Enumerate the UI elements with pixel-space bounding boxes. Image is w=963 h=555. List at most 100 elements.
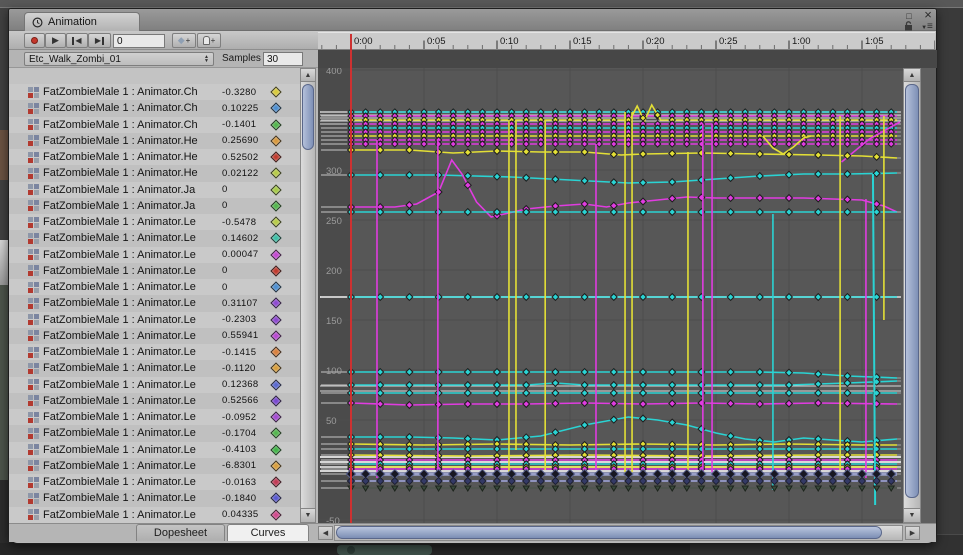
property-row[interactable]: FatZombieMale 1 : Animator.Le 0.14602 <box>9 230 300 247</box>
list-scroll-down-button[interactable]: ▼ <box>300 508 316 523</box>
property-row[interactable]: FatZombieMale 1 : Animator.Le 0.12368 <box>9 376 300 393</box>
property-row[interactable]: FatZombieMale 1 : Animator.Ja 0 <box>9 197 300 214</box>
curve-color-diamond-icon[interactable] <box>270 313 282 326</box>
record-button[interactable] <box>24 33 45 48</box>
curve-color-diamond-icon[interactable] <box>270 265 282 277</box>
property-row[interactable]: FatZombieMale 1 : Animator.Ch -0.1401 <box>9 116 300 133</box>
property-row[interactable]: FatZombieMale 1 : Animator.Le -0.1120 <box>9 360 300 377</box>
curve-color-diamond-icon[interactable] <box>270 492 282 504</box>
property-row[interactable]: FatZombieMale 1 : Animator.Le -0.2303 <box>9 311 300 328</box>
curve-color-diamond-icon[interactable] <box>270 508 282 521</box>
property-row[interactable]: FatZombieMale 1 : Animator.Le -0.1704 <box>9 425 300 442</box>
property-row[interactable]: FatZombieMale 1 : Animator.Le 0 <box>9 279 300 296</box>
lock-icon[interactable] <box>903 21 914 31</box>
animator-icon <box>28 411 39 423</box>
curve-color-diamond-icon[interactable] <box>270 395 282 407</box>
property-row[interactable]: FatZombieMale 1 : Animator.Le -0.0952 <box>9 409 300 426</box>
property-name: FatZombieMale 1 : Animator.Le <box>43 346 196 359</box>
tab-curves[interactable]: Curves <box>227 524 309 541</box>
curve-color-diamond-icon[interactable] <box>270 102 282 114</box>
curve-editor-canvas[interactable]: 400 300 250 200 150 100 50 -50 <box>318 68 903 523</box>
add-event-button[interactable]: + <box>197 33 221 48</box>
property-row[interactable]: FatZombieMale 1 : Animator.Le 0.31107 <box>9 295 300 312</box>
add-keyframe-button[interactable]: ◆ + <box>172 33 196 48</box>
property-row[interactable]: FatZombieMale 1 : Animator.Le 0.55941 <box>9 327 300 344</box>
timeline-ruler[interactable]: 0:00 0:05 0:10 0:15 0:20 0:25 1:00 1:05 <box>318 32 935 50</box>
property-row[interactable]: FatZombieMale 1 : Animator.Le -6.8301 <box>9 457 300 474</box>
curve-vertical-scrollbar-thumb[interactable] <box>905 84 919 498</box>
curve-color-diamond-icon[interactable] <box>270 411 282 423</box>
animator-icon <box>28 346 39 358</box>
property-row[interactable]: FatZombieMale 1 : Animator.He 0.52502 <box>9 149 300 166</box>
h-scroll-right-button[interactable]: ▶ <box>905 526 920 540</box>
animator-icon <box>28 509 39 521</box>
curve-color-diamond-icon[interactable] <box>270 248 282 261</box>
animator-icon <box>28 135 39 147</box>
curve-color-diamond-icon[interactable] <box>270 330 282 342</box>
curve-color-diamond-icon[interactable] <box>270 86 282 98</box>
curve-color-diamond-icon[interactable] <box>270 281 282 293</box>
curve-scroll-up-button[interactable]: ▲ <box>903 68 921 82</box>
curve-color-diamond-icon[interactable] <box>270 167 282 179</box>
curve-color-diamond-icon[interactable] <box>270 183 282 196</box>
animator-icon <box>28 184 39 196</box>
samples-input[interactable] <box>263 52 303 66</box>
curve-color-diamond-icon[interactable] <box>270 200 282 212</box>
play-button[interactable]: ▶ <box>45 33 66 48</box>
curve-color-diamond-icon[interactable] <box>270 232 282 244</box>
property-row[interactable]: FatZombieMale 1 : Animator.Le -0.1840 <box>9 490 300 507</box>
property-value: -0.5478 <box>222 216 257 228</box>
property-row[interactable]: FatZombieMale 1 : Animator.Ch 0.10225 <box>9 100 300 117</box>
screen: Animation □ × ▼≡ ▶ ◀ ▶ ◆+ + Etc_Walk_Zom… <box>0 0 963 555</box>
property-row[interactable]: FatZombieMale 1 : Animator.Ja 0 <box>9 181 300 198</box>
curve-color-diamond-icon[interactable] <box>270 151 282 163</box>
curve-color-diamond-icon[interactable] <box>270 297 282 309</box>
list-scroll-up-button[interactable]: ▲ <box>300 68 316 82</box>
property-row[interactable]: FatZombieMale 1 : Animator.Le -0.5478 <box>9 214 300 231</box>
curve-color-diamond-icon[interactable] <box>270 118 282 131</box>
property-row[interactable]: FatZombieMale 1 : Animator.He 0.25690 <box>9 132 300 149</box>
curve-color-diamond-icon[interactable] <box>270 135 282 147</box>
property-name: FatZombieMale 1 : Animator.Ja <box>43 199 196 212</box>
property-value: -0.1401 <box>222 119 257 131</box>
property-list-panel: FatZombieMale 1 : Animator.Ch -0.3280 FatZ… <box>9 68 300 523</box>
curve-scroll-down-button[interactable]: ▼ <box>903 508 921 523</box>
h-scroll-left-button[interactable]: ◀ <box>318 526 333 540</box>
property-row[interactable]: FatZombieMale 1 : Animator.Le 0.00047 <box>9 246 300 263</box>
event-strip[interactable] <box>318 50 937 68</box>
curve-color-diamond-icon[interactable] <box>270 443 282 456</box>
curve-color-diamond-icon[interactable] <box>270 216 282 228</box>
property-row[interactable]: FatZombieMale 1 : Animator.He 0.02122 <box>9 165 300 182</box>
animator-icon <box>28 281 39 293</box>
goto-first-frame-button[interactable]: ◀ <box>66 33 88 48</box>
tab-animation[interactable]: Animation <box>24 12 140 31</box>
curve-color-diamond-icon[interactable] <box>270 362 282 374</box>
curve-color-diamond-icon[interactable] <box>270 378 282 391</box>
property-row[interactable]: FatZombieMale 1 : Animator.Le 0.52566 <box>9 392 300 409</box>
property-row[interactable]: FatZombieMale 1 : Animator.Le -0.4103 <box>9 441 300 458</box>
property-row[interactable]: FatZombieMale 1 : Animator.Ch -0.3280 <box>9 84 300 101</box>
clip-dropdown[interactable]: Etc_Walk_Zombi_01 ▲ ▼ <box>24 52 214 66</box>
curve-color-diamond-icon[interactable] <box>270 427 282 439</box>
curve-color-diamond-icon[interactable] <box>270 476 282 488</box>
window-title: Animation <box>48 16 97 28</box>
property-row[interactable]: FatZombieMale 1 : Animator.Le 0.04335 <box>9 506 300 523</box>
curve-color-diamond-icon[interactable] <box>270 460 282 472</box>
curve-horizontal-scrollbar-thumb[interactable] <box>336 526 882 539</box>
property-name: FatZombieMale 1 : Animator.Le <box>43 264 196 277</box>
ruler-tick-label: 0:00 <box>354 36 373 47</box>
window-titlebar[interactable] <box>9 9 936 31</box>
goto-last-frame-button[interactable]: ▶ <box>88 33 111 48</box>
property-row[interactable]: FatZombieMale 1 : Animator.Le -0.1415 <box>9 344 300 361</box>
animator-icon <box>28 427 39 439</box>
tab-dopesheet[interactable]: Dopesheet <box>136 524 225 541</box>
property-row[interactable]: FatZombieMale 1 : Animator.Le 0 <box>9 262 300 279</box>
value-axis-label: 100 <box>326 366 342 377</box>
frame-number-input[interactable] <box>113 34 165 48</box>
list-scrollbar-thumb[interactable] <box>302 84 314 150</box>
property-row[interactable]: FatZombieMale 1 : Animator.Le -0.0163 <box>9 474 300 491</box>
property-name: FatZombieMale 1 : Animator.Le <box>43 411 196 424</box>
ruler-tick-label: 0:20 <box>646 36 665 47</box>
playhead-line[interactable] <box>350 34 352 523</box>
curve-color-diamond-icon[interactable] <box>270 346 282 358</box>
